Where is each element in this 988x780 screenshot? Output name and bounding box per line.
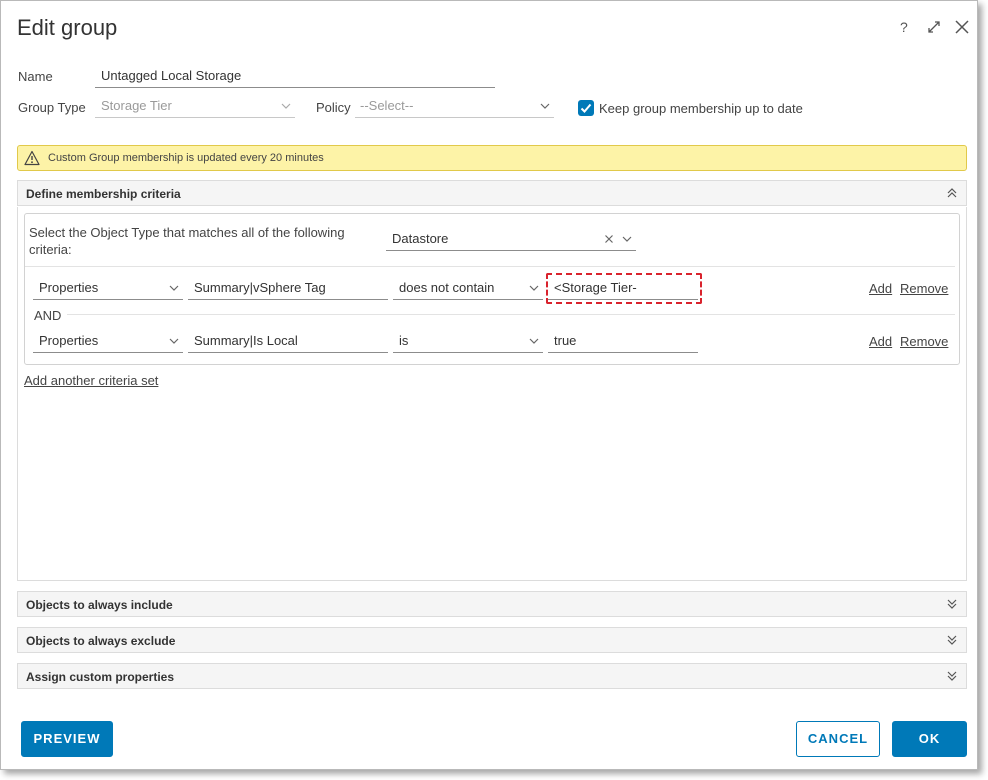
divider (25, 266, 955, 267)
criteria-2-add-link[interactable]: Add (869, 334, 892, 349)
criteria-1-attribute: Summary|vSphere Tag (194, 280, 326, 295)
group-type-value: Storage Tier (101, 98, 172, 113)
criteria-2-operator-select[interactable]: is (393, 331, 543, 353)
info-alert: Custom Group membership is updated every… (17, 145, 967, 171)
dialog-title: Edit group (17, 15, 118, 40)
object-type-value: Datastore (392, 231, 449, 246)
criteria-2-attribute-field[interactable]: Summary|Is Local (188, 331, 388, 353)
criteria-2-operator: is (399, 333, 409, 348)
membership-section-header[interactable]: Define membership criteria (17, 180, 967, 206)
keep-membership-label: Keep group membership up to date (599, 101, 803, 116)
group-type-label: Group Type (18, 100, 86, 115)
chevron-down-icon (529, 338, 539, 344)
keep-membership-checkbox[interactable] (578, 100, 594, 116)
double-chevron-down-icon[interactable] (946, 634, 958, 646)
ok-button[interactable]: OK (892, 721, 967, 757)
criteria-1-category: Properties (39, 280, 99, 295)
double-chevron-up-icon[interactable] (946, 187, 958, 199)
expand-icon[interactable] (926, 19, 942, 35)
double-chevron-down-icon[interactable] (946, 670, 958, 682)
criteria-1-category-select[interactable]: Properties (33, 278, 183, 300)
preview-button[interactable]: PREVIEW (21, 721, 113, 757)
criteria-1-attribute-field[interactable]: Summary|vSphere Tag (188, 278, 388, 300)
chevron-down-icon (169, 338, 179, 344)
warning-icon (24, 150, 40, 166)
custom-props-section-title: Assign custom properties (26, 670, 175, 684)
name-input-value: Untagged Local Storage (101, 68, 242, 83)
add-criteria-set-link[interactable]: Add another criteria set (24, 373, 158, 388)
criteria-2-attribute: Summary|Is Local (194, 333, 298, 348)
criteria-2-value-input[interactable]: true (548, 331, 698, 353)
chevron-down-icon (281, 103, 291, 109)
edit-group-dialog: Edit group ? Name Untagged Local Storage… (0, 0, 978, 770)
chevron-down-icon (622, 236, 632, 242)
criteria-1-operator: does not contain (399, 280, 495, 295)
close-icon[interactable] (954, 19, 970, 35)
policy-select[interactable]: --Select-- (355, 96, 554, 118)
divider (67, 314, 955, 315)
exclude-section-header[interactable]: Objects to always exclude (17, 627, 967, 653)
criteria-1-remove-link[interactable]: Remove (900, 281, 948, 296)
policy-label: Policy (316, 100, 351, 115)
criteria-1-operator-select[interactable]: does not contain (393, 278, 543, 300)
criteria-2-remove-link[interactable]: Remove (900, 334, 948, 349)
custom-props-section-header[interactable]: Assign custom properties (17, 663, 967, 689)
name-input[interactable]: Untagged Local Storage (95, 66, 495, 88)
help-icon[interactable]: ? (896, 19, 912, 35)
include-section-header[interactable]: Objects to always include (17, 591, 967, 617)
chevron-down-icon (169, 285, 179, 291)
chevron-down-icon (529, 285, 539, 291)
policy-placeholder: --Select-- (360, 98, 414, 113)
object-type-prompt: Select the Object Type that matches all … (29, 225, 345, 257)
criteria-2-value: true (554, 333, 577, 348)
include-section-title: Objects to always include (26, 598, 173, 612)
criteria-1-add-link[interactable]: Add (869, 281, 892, 296)
double-chevron-down-icon[interactable] (946, 598, 958, 610)
and-conjunction: AND (34, 308, 62, 323)
membership-section-title: Define membership criteria (26, 187, 181, 201)
name-label: Name (18, 69, 53, 84)
alert-text: Custom Group membership is updated every… (48, 152, 324, 164)
cancel-button[interactable]: CANCEL (796, 721, 880, 757)
exclude-section-title: Objects to always exclude (26, 634, 176, 648)
object-type-select[interactable]: Datastore (386, 229, 636, 251)
criteria-2-category: Properties (39, 333, 99, 348)
chevron-down-icon (540, 103, 550, 109)
criteria-2-category-select[interactable]: Properties (33, 331, 183, 353)
svg-text:?: ? (900, 19, 908, 35)
clear-icon[interactable] (604, 234, 614, 244)
group-type-select: Storage Tier (95, 96, 295, 118)
highlight-box (546, 273, 702, 304)
checkmark-icon (580, 103, 592, 113)
